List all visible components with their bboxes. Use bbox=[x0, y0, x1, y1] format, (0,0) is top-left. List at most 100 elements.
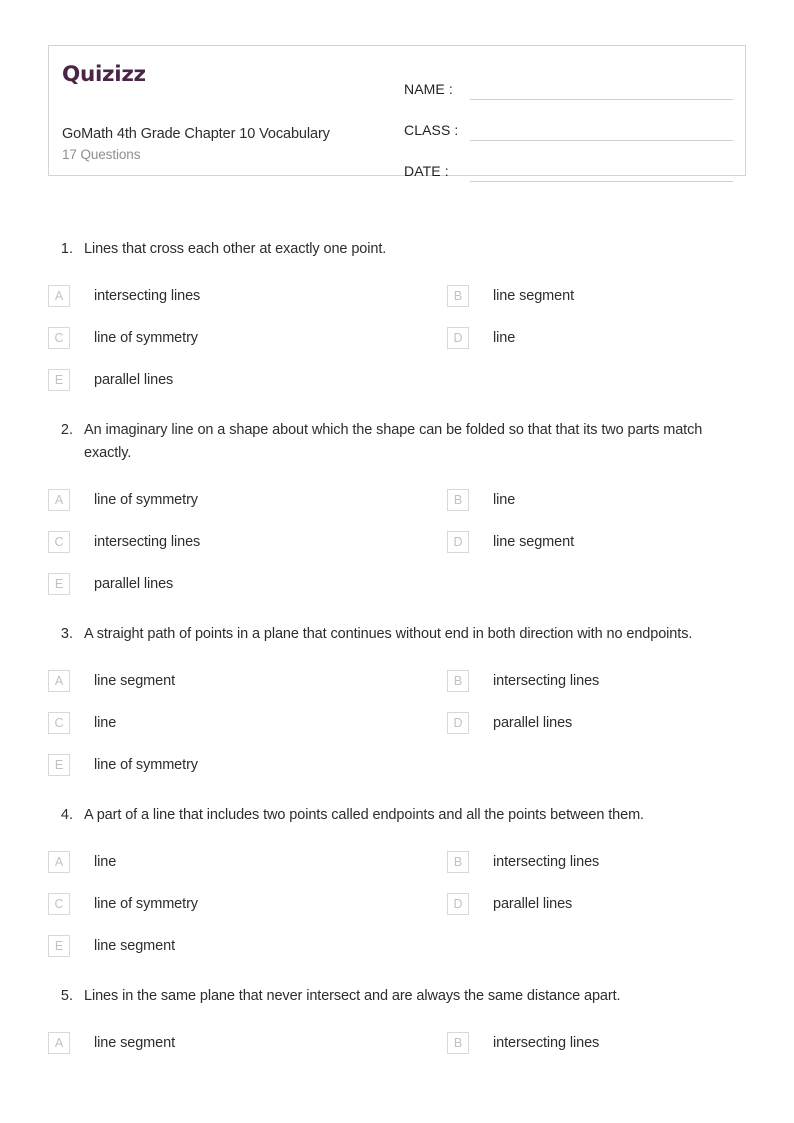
option-letter-box[interactable]: D bbox=[447, 327, 469, 349]
question-number: 4. bbox=[60, 807, 73, 823]
question-text: Lines that cross each other at exactly o… bbox=[84, 241, 387, 257]
date-field-row: DATE : bbox=[404, 150, 733, 182]
name-field-label: NAME : bbox=[404, 81, 453, 97]
option-letter-box[interactable]: A bbox=[48, 670, 70, 692]
option-letter-box[interactable]: C bbox=[48, 712, 70, 734]
option-label: line of symmetry bbox=[94, 895, 198, 912]
answer-options: Aline Bintersecting lines Cline of symmetr… bbox=[48, 841, 748, 967]
worksheet-page: Quizizz GoMath 4th Grade Chapter 10 Voca… bbox=[0, 0, 794, 1123]
answer-option-c[interactable]: Cline bbox=[48, 702, 398, 744]
quizizz-logo: Quizizz bbox=[62, 62, 146, 87]
question-text: An imaginary line on a shape about which… bbox=[84, 422, 703, 461]
student-info-fields: NAME : CLASS : DATE : bbox=[404, 46, 745, 182]
option-letter-box[interactable]: D bbox=[447, 893, 469, 915]
page-title: GoMath 4th Grade Chapter 10 Vocabulary bbox=[62, 126, 330, 142]
question-text: A part of a line that includes two point… bbox=[84, 807, 644, 823]
option-label: line segment bbox=[94, 937, 176, 954]
answer-option-e[interactable]: Eparallel lines bbox=[48, 359, 398, 401]
option-letter-box[interactable]: B bbox=[447, 851, 469, 873]
answer-option-a[interactable]: Aintersecting lines bbox=[48, 275, 398, 317]
question-number: 3. bbox=[60, 626, 73, 642]
option-label: line of symmetry bbox=[94, 756, 198, 773]
answer-options: Aline segment Bintersecting lines Cline Dpa… bbox=[48, 660, 748, 786]
answer-option-e[interactable]: Eline of symmetry bbox=[48, 744, 398, 786]
option-letter-box[interactable]: B bbox=[447, 489, 469, 511]
option-letter-box[interactable]: C bbox=[48, 531, 70, 553]
option-letter-box[interactable]: C bbox=[48, 327, 70, 349]
option-label: intersecting lines bbox=[493, 672, 600, 689]
answer-option-a[interactable]: Aline bbox=[48, 841, 398, 883]
option-letter-box[interactable]: A bbox=[48, 285, 70, 307]
answer-option-b[interactable]: Bintersecting lines bbox=[398, 1022, 748, 1064]
option-label: line segment bbox=[94, 672, 176, 689]
option-letter-box[interactable]: A bbox=[48, 1032, 70, 1054]
answer-option-a[interactable]: Aline segment bbox=[48, 660, 398, 702]
option-label: line segment bbox=[493, 287, 575, 304]
answer-option-d[interactable]: Dline bbox=[398, 317, 748, 359]
date-input-line[interactable] bbox=[470, 181, 733, 182]
question-header: 5. Lines in the same plane that never int… bbox=[48, 985, 748, 1008]
answer-option-b[interactable]: Bline segment bbox=[398, 275, 748, 317]
option-label: intersecting lines bbox=[493, 1034, 600, 1051]
option-letter-box[interactable]: E bbox=[48, 935, 70, 957]
date-field-label: DATE : bbox=[404, 163, 449, 179]
answer-option-a[interactable]: Aline segment bbox=[48, 1022, 398, 1064]
option-letter-box[interactable]: B bbox=[447, 670, 469, 692]
answer-option-d[interactable]: Dline segment bbox=[398, 521, 748, 563]
option-label: line segment bbox=[493, 533, 575, 550]
question-block: 4. A part of a line that includes two poi… bbox=[48, 804, 748, 967]
answer-option-a[interactable]: Aline of symmetry bbox=[48, 479, 398, 521]
question-count-label: 17 Questions bbox=[62, 147, 141, 162]
option-label: intersecting lines bbox=[493, 853, 600, 870]
answer-option-d[interactable]: Dparallel lines bbox=[398, 702, 748, 744]
worksheet-header-card: Quizizz GoMath 4th Grade Chapter 10 Voca… bbox=[48, 45, 746, 182]
answer-option-e[interactable]: Eline segment bbox=[48, 925, 398, 967]
answer-option-b[interactable]: Bline bbox=[398, 479, 748, 521]
answer-option-c[interactable]: Cintersecting lines bbox=[48, 521, 398, 563]
option-label: line bbox=[493, 329, 516, 346]
option-letter-box[interactable]: E bbox=[48, 369, 70, 391]
answer-option-b[interactable]: Bintersecting lines bbox=[398, 841, 748, 883]
header-left-section: Quizizz GoMath 4th Grade Chapter 10 Voca… bbox=[49, 46, 404, 175]
answer-option-e[interactable]: Eparallel lines bbox=[48, 563, 398, 605]
class-input-line[interactable] bbox=[470, 140, 733, 141]
question-header: 1. Lines that cross each other at exactly… bbox=[48, 238, 748, 261]
answer-option-c[interactable]: Cline of symmetry bbox=[48, 317, 398, 359]
option-label: parallel lines bbox=[94, 575, 174, 592]
option-letter-box[interactable]: A bbox=[48, 851, 70, 873]
option-label: parallel lines bbox=[493, 714, 573, 731]
option-label: parallel lines bbox=[94, 371, 174, 388]
option-letter-box[interactable]: A bbox=[48, 489, 70, 511]
question-block: 2. An imaginary line on a shape about whi… bbox=[48, 419, 748, 605]
answer-options: Aintersecting lines Bline segment Cline of… bbox=[48, 275, 748, 401]
option-label: line bbox=[94, 714, 117, 731]
option-letter-box[interactable]: D bbox=[447, 712, 469, 734]
option-letter-box[interactable]: E bbox=[48, 754, 70, 776]
option-label: line of symmetry bbox=[94, 329, 198, 346]
option-letter-box[interactable]: B bbox=[447, 285, 469, 307]
answer-option-b[interactable]: Bintersecting lines bbox=[398, 660, 748, 702]
answer-option-c[interactable]: Cline of symmetry bbox=[48, 883, 398, 925]
question-block: 5. Lines in the same plane that never int… bbox=[48, 985, 748, 1064]
option-letter-box[interactable]: D bbox=[447, 531, 469, 553]
question-block: 3. A straight path of points in a plane t… bbox=[48, 623, 748, 786]
name-input-line[interactable] bbox=[470, 99, 733, 100]
question-number: 2. bbox=[60, 422, 73, 438]
option-label: line bbox=[493, 491, 516, 508]
question-header: 4. A part of a line that includes two poi… bbox=[48, 804, 748, 827]
question-header: 2. An imaginary line on a shape about whi… bbox=[48, 419, 748, 465]
question-number: 5. bbox=[60, 988, 73, 1004]
question-text: A straight path of points in a plane tha… bbox=[84, 626, 693, 642]
option-label: intersecting lines bbox=[94, 287, 201, 304]
option-label: line segment bbox=[94, 1034, 176, 1051]
option-label: line of symmetry bbox=[94, 491, 198, 508]
option-label: parallel lines bbox=[493, 895, 573, 912]
answer-options: Aline of symmetry Bline Cintersecting line… bbox=[48, 479, 748, 605]
option-letter-box[interactable]: B bbox=[447, 1032, 469, 1054]
answer-option-d[interactable]: Dparallel lines bbox=[398, 883, 748, 925]
question-block: 1. Lines that cross each other at exactly… bbox=[48, 238, 748, 401]
question-number: 1. bbox=[60, 241, 73, 257]
option-letter-box[interactable]: E bbox=[48, 573, 70, 595]
option-letter-box[interactable]: C bbox=[48, 893, 70, 915]
name-field-row: NAME : bbox=[404, 68, 733, 100]
